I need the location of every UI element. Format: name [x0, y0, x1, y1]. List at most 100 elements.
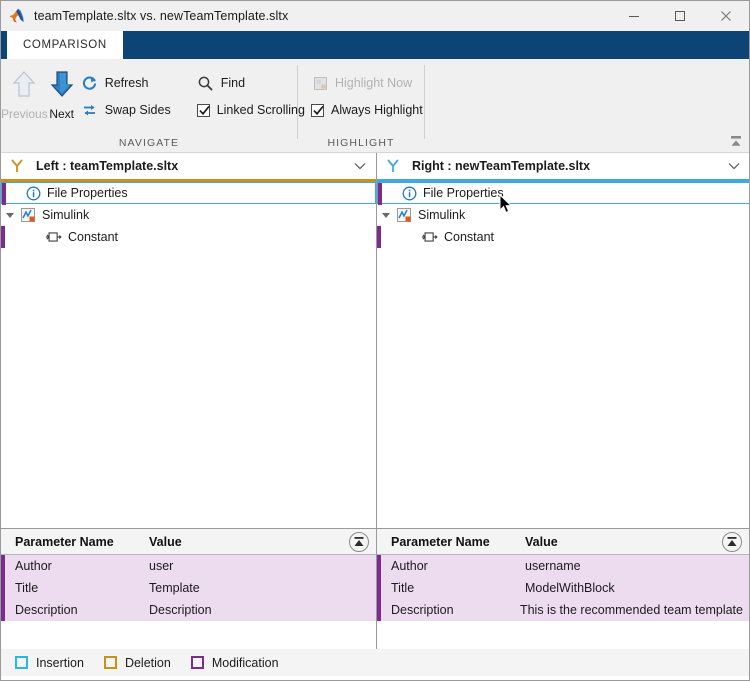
right-pane-header[interactable]: Right : newTeamTemplate.sltx — [377, 153, 749, 179]
right-tree-label-simulink: Simulink — [418, 208, 466, 222]
left-tree-row-simulink[interactable]: Simulink — [1, 204, 376, 226]
legend-item-modification: Modification — [190, 655, 279, 670]
ribbon-group-navigate: Previous Next Refresh Swap Sides Find Li… — [1, 59, 305, 153]
table-row[interactable]: Description Description — [1, 599, 376, 621]
table-row[interactable]: Description This is the recommended team… — [377, 599, 749, 621]
merge-y-icon — [6, 158, 28, 174]
legend-item-insertion: Insertion — [15, 656, 84, 670]
chevron-down-icon[interactable] — [377, 204, 395, 226]
highlight-group-label: HIGHLIGHT — [327, 137, 395, 149]
chevron-down-icon[interactable] — [728, 159, 740, 173]
left-tree-label-constant: Constant — [68, 230, 119, 244]
previous-button[interactable]: Previous — [1, 65, 48, 121]
right-tree-row-simulink[interactable]: Simulink — [377, 204, 749, 226]
right-param-value-0: username — [525, 559, 581, 573]
left-param-value-2: Description — [149, 603, 212, 617]
checkbox-icon — [196, 103, 210, 117]
chevron-down-icon[interactable] — [354, 159, 366, 173]
left-param-name-2: Description — [15, 603, 78, 617]
legend-label-deletion: Deletion — [124, 655, 171, 670]
tab-comparison[interactable]: COMPARISON — [7, 31, 123, 59]
highlight-column: Highlight Now Always Highlight — [306, 65, 428, 122]
linked-scrolling-checkbox[interactable]: Linked Scrolling — [192, 98, 310, 122]
left-param-name-1: Title — [15, 581, 39, 595]
ribbon-collapse-icon[interactable] — [727, 132, 745, 150]
left-tree-label-file-properties: File Properties — [47, 186, 128, 200]
right-param-name-1: Title — [391, 581, 415, 595]
ribbon-toolbar: Previous Next Refresh Swap Sides Find Li… — [1, 59, 749, 153]
ribbon-group-highlight: Highlight Now Always Highlight HIGHLIGHT — [298, 59, 424, 153]
maximize-button[interactable] — [657, 1, 703, 31]
merge-y-icon — [382, 158, 404, 174]
right-tree-label-constant: Constant — [444, 230, 495, 244]
highlight-now-label: Highlight Now — [335, 76, 413, 90]
left-tree-row-constant[interactable]: Constant — [1, 226, 376, 248]
right-column-parameter-name[interactable]: Parameter Name — [377, 535, 525, 549]
right-modified-group: Author username Title ModelWithBlock Des… — [377, 555, 749, 621]
modification-swatch-icon — [190, 656, 204, 669]
left-pane-title: Left : teamTemplate.sltx — [36, 159, 179, 173]
table-row[interactable]: Title Template — [1, 577, 376, 599]
close-button[interactable] — [703, 1, 749, 31]
find-button[interactable]: Find — [192, 71, 310, 95]
right-tree-label-file-properties: File Properties — [423, 186, 504, 200]
title-bar: teamTemplate.sltx vs. newTeamTemplate.sl… — [1, 1, 749, 31]
comparison-panes: Left : teamTemplate.sltx File Properties… — [1, 153, 749, 528]
info-icon — [24, 184, 42, 202]
swap-sides-button[interactable]: Swap Sides — [76, 98, 176, 122]
chevron-down-icon[interactable] — [1, 204, 19, 226]
table-row[interactable]: Title ModelWithBlock — [377, 577, 749, 599]
right-param-value-2: This is the recommended team template — [519, 603, 743, 617]
always-highlight-checkbox[interactable]: Always Highlight — [306, 98, 428, 122]
right-param-value-1: ModelWithBlock — [525, 581, 615, 595]
constant-block-icon — [421, 228, 439, 246]
highlight-now-button[interactable]: Highlight Now — [306, 71, 428, 95]
simulink-model-icon — [19, 206, 37, 224]
legend-label-modification: Modification — [211, 655, 279, 670]
next-button[interactable]: Next — [48, 65, 76, 121]
right-table-header: Parameter Name Value — [377, 529, 749, 555]
refresh-icon — [81, 74, 99, 92]
table-row[interactable]: Author username — [377, 555, 749, 577]
left-tree[interactable]: File Properties Simulink Constant — [1, 182, 376, 528]
refresh-button[interactable]: Refresh — [76, 71, 176, 95]
modification-marker — [2, 183, 6, 205]
table-row[interactable]: Author user — [1, 555, 376, 577]
right-tree[interactable]: File Properties Simulink Constant — [377, 182, 749, 528]
minimize-button[interactable] — [611, 1, 657, 31]
right-tree-row-constant[interactable]: Constant — [377, 226, 749, 248]
arrow-up-icon — [10, 69, 38, 104]
diff-legend: Insertion Deletion Modification — [1, 648, 749, 676]
navigate-column-1: Refresh Swap Sides — [76, 65, 176, 122]
modification-marker — [1, 555, 5, 621]
left-modified-group: Author user Title Template Description D… — [1, 555, 376, 621]
right-tree-row-file-properties[interactable]: File Properties — [377, 182, 749, 205]
legend-label-insertion: Insertion — [36, 655, 84, 670]
right-param-name-2: Description — [391, 603, 454, 617]
left-tree-row-file-properties[interactable]: File Properties — [1, 182, 376, 205]
search-icon — [197, 74, 215, 92]
left-column-parameter-name[interactable]: Parameter Name — [1, 535, 149, 549]
highlight-group-body: Highlight Now Always Highlight — [298, 59, 424, 133]
simulink-model-icon — [395, 206, 413, 224]
constant-block-icon — [45, 228, 63, 246]
collapse-up-icon[interactable] — [349, 532, 369, 552]
tab-strip: COMPARISON — [1, 31, 749, 59]
left-column-value[interactable]: Value — [149, 535, 376, 549]
right-param-name-0: Author — [391, 559, 428, 573]
left-pane-header[interactable]: Left : teamTemplate.sltx — [1, 153, 376, 179]
next-button-label: Next — [49, 107, 75, 121]
linked-scrolling-label: Linked Scrolling — [216, 103, 305, 117]
collapse-up-icon[interactable] — [722, 532, 742, 552]
swap-sides-label: Swap Sides — [104, 103, 171, 117]
matlab-icon — [8, 7, 26, 25]
comparison-window: teamTemplate.sltx vs. newTeamTemplate.sl… — [0, 0, 750, 681]
navigate-group-label: NAVIGATE — [118, 137, 180, 149]
parameter-tables: Parameter Name Value Author user Title T… — [1, 528, 749, 649]
modification-marker — [377, 226, 381, 248]
left-param-value-1: Template — [149, 581, 200, 595]
info-icon — [400, 184, 418, 202]
highlight-icon — [311, 74, 329, 92]
right-column-value[interactable]: Value — [525, 535, 749, 549]
left-table-header: Parameter Name Value — [1, 529, 376, 555]
